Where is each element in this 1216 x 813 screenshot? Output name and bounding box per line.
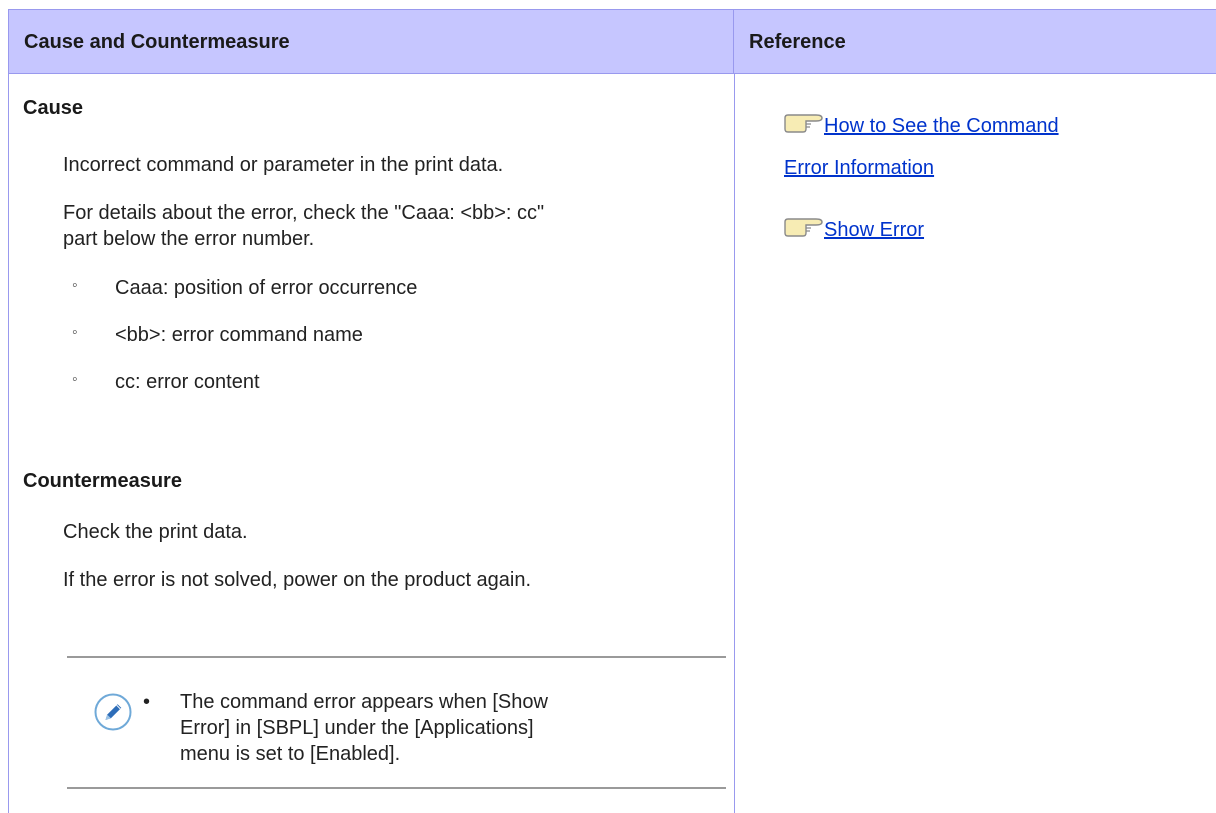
header-cause-and-countermeasure: Cause and Countermeasure bbox=[8, 9, 734, 74]
cause-text: Incorrect command or parameter in the pr… bbox=[63, 154, 504, 176]
header-reference: Reference bbox=[734, 9, 1216, 74]
reference-link-row[interactable]: Show Error bbox=[784, 216, 924, 244]
list-item: cc: error content bbox=[115, 371, 260, 393]
cause-detail-line2: part below the error number. bbox=[63, 228, 315, 250]
cause-detail-line1: For details about the error, check the "… bbox=[63, 202, 545, 224]
cause-heading: Cause bbox=[23, 97, 84, 119]
link-error-information[interactable]: Error Information bbox=[784, 157, 934, 179]
countermeasure-detail: If the error is not solved, power on the… bbox=[63, 569, 532, 591]
left-border bbox=[8, 74, 9, 813]
pointing-hand-icon bbox=[784, 218, 823, 237]
note-text: The command error appears when [Show Err… bbox=[180, 689, 650, 767]
reference-link-row[interactable]: How to See the Command bbox=[784, 112, 1059, 140]
list-bullet: ◦ bbox=[72, 324, 78, 341]
note-top-rule bbox=[67, 656, 726, 658]
list-bullet: ◦ bbox=[72, 371, 78, 388]
note-bullet: • bbox=[143, 691, 151, 713]
note-line: The command error appears when [Show bbox=[180, 691, 548, 713]
pencil-icon bbox=[94, 693, 132, 731]
pointing-hand-icon bbox=[784, 114, 823, 133]
link-how-to-see-command-error-information[interactable]: How to See the Command bbox=[824, 115, 1059, 137]
reference-link-row-continued[interactable]: Error Information bbox=[784, 154, 934, 182]
note-line: Error] in [SBPL] under the [Applications… bbox=[180, 717, 534, 739]
note-line: menu is set to [Enabled]. bbox=[180, 743, 401, 765]
countermeasure-text: Check the print data. bbox=[63, 521, 248, 543]
countermeasure-heading: Countermeasure bbox=[23, 470, 182, 492]
cause-reference-table: Cause and Countermeasure Reference Cause… bbox=[8, 9, 1216, 813]
link-show-error[interactable]: Show Error bbox=[824, 219, 924, 241]
note-bottom-rule bbox=[67, 787, 726, 789]
list-item: <bb>: error command name bbox=[115, 324, 363, 346]
list-item: Caaa: position of error occurrence bbox=[115, 277, 418, 299]
list-bullet: ◦ bbox=[72, 277, 78, 294]
column-divider bbox=[734, 74, 735, 813]
